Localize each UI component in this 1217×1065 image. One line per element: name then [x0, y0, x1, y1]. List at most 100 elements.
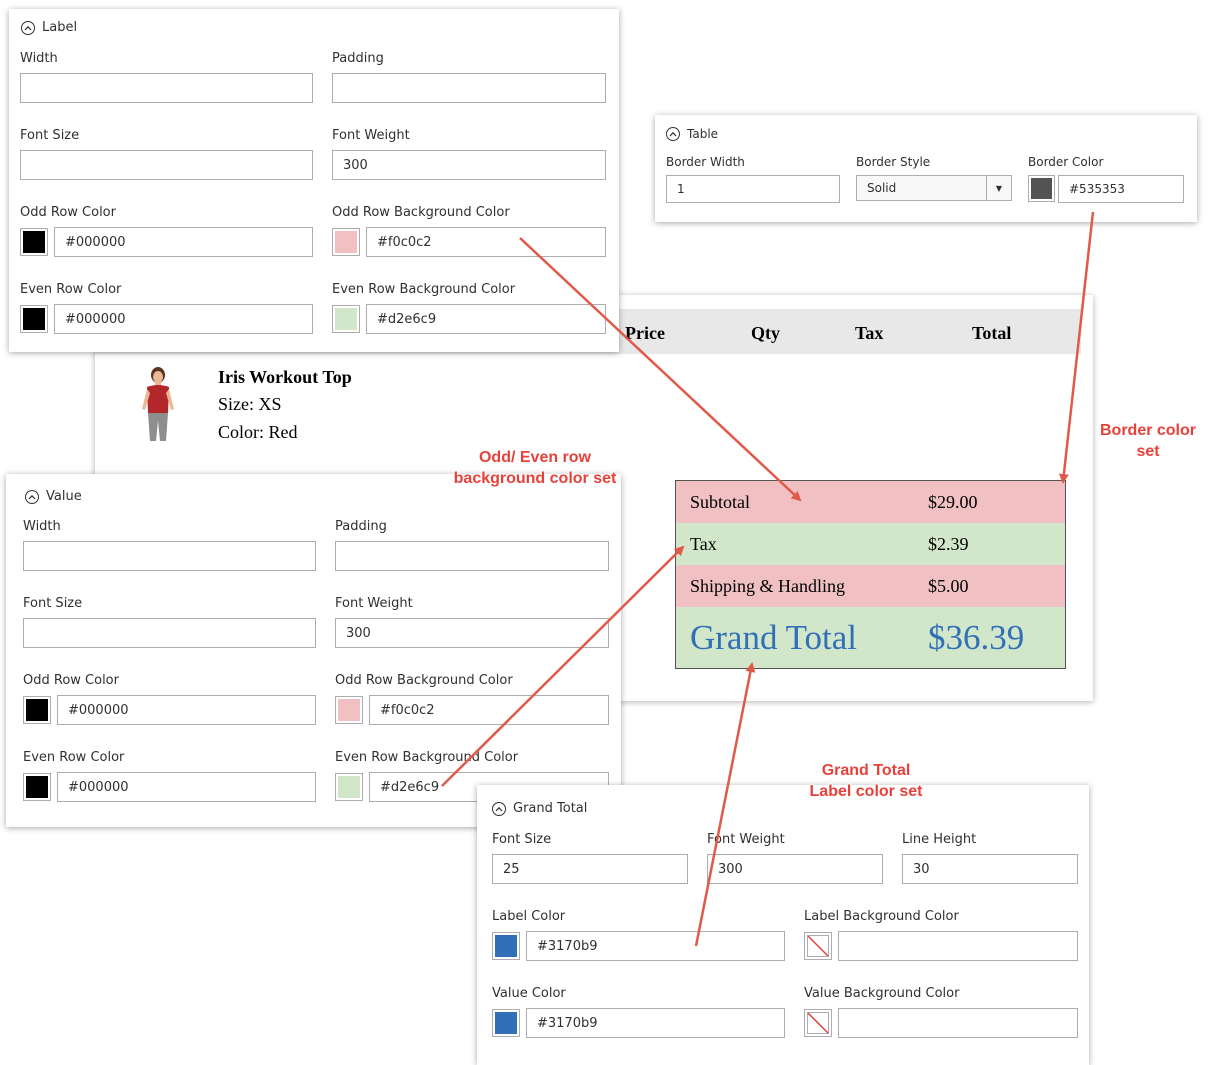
label-odd-row-bg-label: Odd Row Background Color	[332, 205, 510, 220]
label-width-input[interactable]	[20, 73, 313, 103]
totals-table: Subtotal $29.00 Tax $2.39 Shipping & Han…	[675, 480, 1066, 669]
value-odd-row-bg-input[interactable]: #f0c0c2	[369, 695, 609, 725]
collapse-chevron-icon	[492, 801, 506, 816]
table-section-toggle[interactable]: Table	[666, 127, 718, 141]
value-font-size-input[interactable]	[23, 618, 316, 648]
totals-row-subtotal: Subtotal $29.00	[676, 481, 1065, 523]
gt-value-color-swatch[interactable]	[492, 1009, 520, 1037]
border-style-value: Solid	[867, 181, 897, 195]
value-padding-label: Padding	[335, 519, 387, 534]
border-color-swatch[interactable]	[1028, 175, 1055, 202]
grand-total-label: Grand Total	[690, 617, 858, 657]
border-width-label: Border Width	[666, 155, 745, 169]
grand-total-section-toggle[interactable]: Grand Total	[492, 801, 587, 816]
label-even-row-bg-label: Even Row Background Color	[332, 282, 516, 297]
gt-label-color-label: Label Color	[492, 909, 566, 924]
border-color-callout: Border color set	[1099, 422, 1196, 460]
product-name: Iris Workout Top	[218, 367, 352, 387]
label-width-label: Width	[20, 51, 58, 66]
gt-value-bg-swatch[interactable]	[804, 1009, 832, 1037]
label-even-row-bg-swatch[interactable]	[332, 305, 360, 333]
value-settings-panel: Value Width Padding Font Size Font Weigh…	[6, 474, 621, 827]
table-section-title: Table	[687, 127, 719, 141]
label-padding-label: Padding	[332, 51, 384, 66]
label-settings-panel: Label Width Padding Font Size Font Weigh…	[9, 9, 619, 352]
label-odd-row-color-label: Odd Row Color	[20, 205, 116, 220]
label-even-row-color-input[interactable]: #000000	[54, 304, 313, 334]
totals-row-tax: Tax $2.39	[676, 523, 1065, 565]
label-odd-row-bg-input[interactable]: #f0c0c2	[366, 227, 606, 257]
select-arrow-icon: ▼	[986, 176, 1011, 200]
value-padding-input[interactable]	[335, 541, 609, 571]
value-font-size-label: Font Size	[23, 596, 83, 611]
totals-row-grand-total: Grand Total $36.39	[676, 607, 1065, 668]
border-width-input[interactable]: 1	[666, 175, 840, 203]
collapse-chevron-icon	[25, 489, 39, 504]
value-even-row-bg-swatch[interactable]	[335, 773, 363, 801]
label-padding-input[interactable]	[332, 73, 606, 103]
value-odd-row-bg-swatch[interactable]	[335, 696, 363, 724]
shipping-value: $5.00	[928, 575, 969, 596]
label-odd-row-bg-swatch[interactable]	[332, 228, 360, 256]
no-color-icon	[807, 1012, 829, 1034]
value-section-title: Value	[46, 489, 82, 504]
header-total: Total	[972, 323, 1012, 343]
label-odd-row-color-swatch[interactable]	[20, 228, 48, 256]
value-width-input[interactable]	[23, 541, 316, 571]
label-section-toggle[interactable]: Label	[21, 20, 77, 35]
subtotal-value: $29.00	[928, 491, 978, 512]
header-qty: Qty	[751, 323, 780, 343]
label-font-size-input[interactable]	[20, 150, 313, 180]
value-even-row-color-input[interactable]: #000000	[57, 772, 316, 802]
value-section-toggle[interactable]: Value	[25, 489, 82, 504]
subtotal-label: Subtotal	[690, 491, 751, 512]
row-bg-callout: Odd/ Even row background color set	[453, 449, 617, 487]
totals-row-shipping: Shipping & Handling $5.00	[676, 565, 1065, 607]
collapse-chevron-icon	[21, 20, 35, 35]
product-color: Color: Red	[218, 422, 298, 442]
value-odd-row-color-input[interactable]: #000000	[57, 695, 316, 725]
gt-font-size-input[interactable]: 25	[492, 854, 688, 884]
value-width-label: Width	[23, 519, 61, 534]
gt-label-color-swatch[interactable]	[492, 932, 520, 960]
gt-label-bg-swatch[interactable]	[804, 932, 832, 960]
grand-total-callout: Grand Total Label color set	[809, 762, 923, 800]
border-color-input[interactable]: #535353	[1058, 175, 1184, 203]
label-odd-row-color-input[interactable]: #000000	[54, 227, 313, 257]
grand-total-section-title: Grand Total	[513, 801, 588, 816]
gt-font-weight-label: Font Weight	[707, 832, 785, 847]
product-thumbnail	[142, 367, 174, 441]
gt-font-weight-input[interactable]: 300	[707, 854, 883, 884]
border-style-select[interactable]: Solid ▼	[856, 175, 1012, 201]
tax-value: $2.39	[928, 533, 969, 554]
label-even-row-color-swatch[interactable]	[20, 305, 48, 333]
label-font-weight-input[interactable]: 300	[332, 150, 606, 180]
header-tax: Tax	[855, 323, 884, 343]
no-color-icon	[807, 935, 829, 957]
label-even-row-color-label: Even Row Color	[20, 282, 122, 297]
gt-label-color-input[interactable]: #3170b9	[526, 931, 785, 961]
grand-total-settings-panel: Grand Total Font Size 25 Font Weight 300…	[477, 785, 1089, 1065]
value-odd-row-color-label: Odd Row Color	[23, 673, 119, 688]
value-font-weight-input[interactable]: 300	[335, 618, 609, 648]
gt-label-bg-input[interactable]	[838, 931, 1078, 961]
gt-value-bg-input[interactable]	[838, 1008, 1078, 1038]
gt-value-bg-label: Value Background Color	[804, 986, 960, 1001]
shipping-label: Shipping & Handling	[690, 575, 846, 596]
gt-line-height-input[interactable]: 30	[902, 854, 1078, 884]
value-odd-row-bg-label: Odd Row Background Color	[335, 673, 513, 688]
table-settings-panel: Table Border Width 1 Border Style Solid …	[655, 115, 1197, 222]
collapse-chevron-icon	[666, 127, 680, 141]
gt-line-height-label: Line Height	[902, 832, 977, 847]
gt-label-bg-label: Label Background Color	[804, 909, 959, 924]
value-even-row-color-label: Even Row Color	[23, 750, 125, 765]
label-even-row-bg-input[interactable]: #d2e6c9	[366, 304, 606, 334]
value-even-row-bg-label: Even Row Background Color	[335, 750, 519, 765]
gt-value-color-label: Value Color	[492, 986, 566, 1001]
label-font-size-label: Font Size	[20, 128, 80, 143]
border-color-label: Border Color	[1028, 155, 1104, 169]
value-even-row-color-swatch[interactable]	[23, 773, 51, 801]
gt-value-color-input[interactable]: #3170b9	[526, 1008, 785, 1038]
border-style-label: Border Style	[856, 155, 931, 169]
value-odd-row-color-swatch[interactable]	[23, 696, 51, 724]
